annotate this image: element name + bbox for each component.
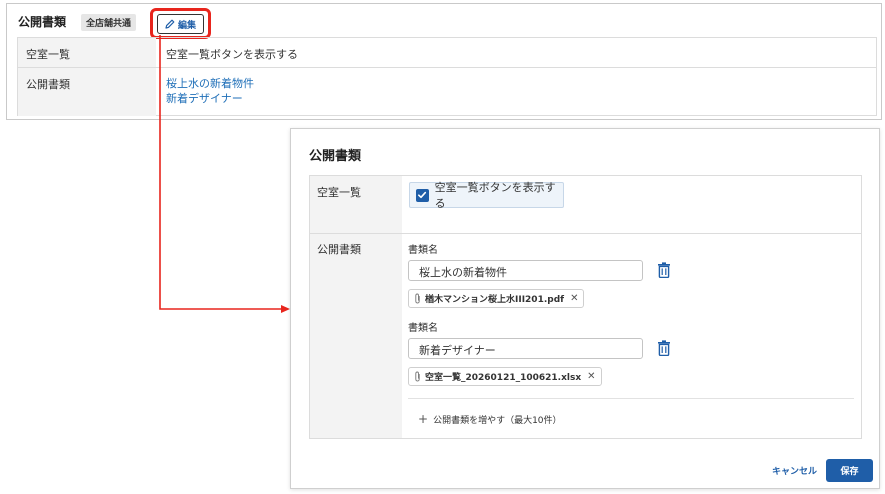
edit-form: 空室一覧 公開書類 空室一覧ボタンを表示する 書類名 桜上水の新着物件 楢木マン… [309,175,862,439]
view-row-vacancy-list: 空室一覧 空室一覧ボタンを表示する [18,38,876,68]
paperclip-icon [415,293,420,304]
edit-button-label: 編集 [177,20,196,31]
file-name: 楢木マンション桜上水III201.pdf [425,295,565,305]
view-table: 空室一覧 空室一覧ボタンを表示する 公開書類 桜上水の新着物件 新着デザイナー [17,37,877,116]
row-value: 空室一覧ボタンを表示する [166,48,298,61]
view-row-documents: 公開書類 桜上水の新着物件 新着デザイナー [18,68,876,116]
row-label: 空室一覧 [18,38,156,67]
document-name-input[interactable]: 新着デザイナー [408,338,643,359]
show-vacancy-button-checkbox[interactable]: 空室一覧ボタンを表示する [409,181,564,210]
document-name-label: 書類名 [408,245,438,256]
pencil-icon [165,19,175,29]
documents-label: 公開書類 [317,243,361,256]
paperclip-icon [415,371,420,382]
row-divider [310,233,861,234]
save-button[interactable]: 保存 [826,459,873,482]
close-icon[interactable]: ✕ [570,293,578,304]
published-documents-panel: 公開書類 全店舗共通 編集 空室一覧 空室一覧ボタンを表示する 公開書類 桜上水… [6,3,882,120]
plus-icon: + [418,412,429,426]
add-document-button[interactable]: + 公開書類を増やす（最大10件） [418,412,562,426]
checkbox-label: 空室一覧ボタンを表示する [434,181,556,210]
attached-file-chip: 空室一覧_20260121_100621.xlsx ✕ [408,367,602,386]
row-label: 公開書類 [18,68,156,116]
document-link[interactable]: 桜上水の新着物件 [166,76,876,91]
document-name-label: 書類名 [408,323,438,334]
edit-button[interactable]: 編集 [157,14,204,34]
add-document-label: 公開書類を増やす（最大10件） [433,415,562,426]
document-link[interactable]: 新着デザイナー [166,91,876,106]
dialog-title: 公開書類 [309,149,362,164]
panel-title: 公開書類 [18,15,67,29]
cancel-button[interactable]: キャンセル [772,464,817,477]
document-links: 桜上水の新着物件 新着デザイナー [156,68,876,116]
close-icon[interactable]: ✕ [587,371,595,382]
checkmark-icon [418,191,427,199]
trash-icon[interactable] [657,340,671,356]
checkbox[interactable] [416,188,429,202]
label-column [310,176,402,438]
file-name: 空室一覧_20260121_100621.xlsx [425,373,582,383]
scope-badge: 全店舗共通 [81,14,137,31]
add-divider [408,398,854,399]
vacancy-list-label: 空室一覧 [317,186,361,199]
edit-dialog: 公開書類 空室一覧 公開書類 空室一覧ボタンを表示する 書類名 桜上水の新着物件 [290,128,880,489]
trash-icon[interactable] [657,262,671,278]
document-name-input[interactable]: 桜上水の新着物件 [408,260,643,281]
attached-file-chip: 楢木マンション桜上水III201.pdf ✕ [408,289,585,308]
